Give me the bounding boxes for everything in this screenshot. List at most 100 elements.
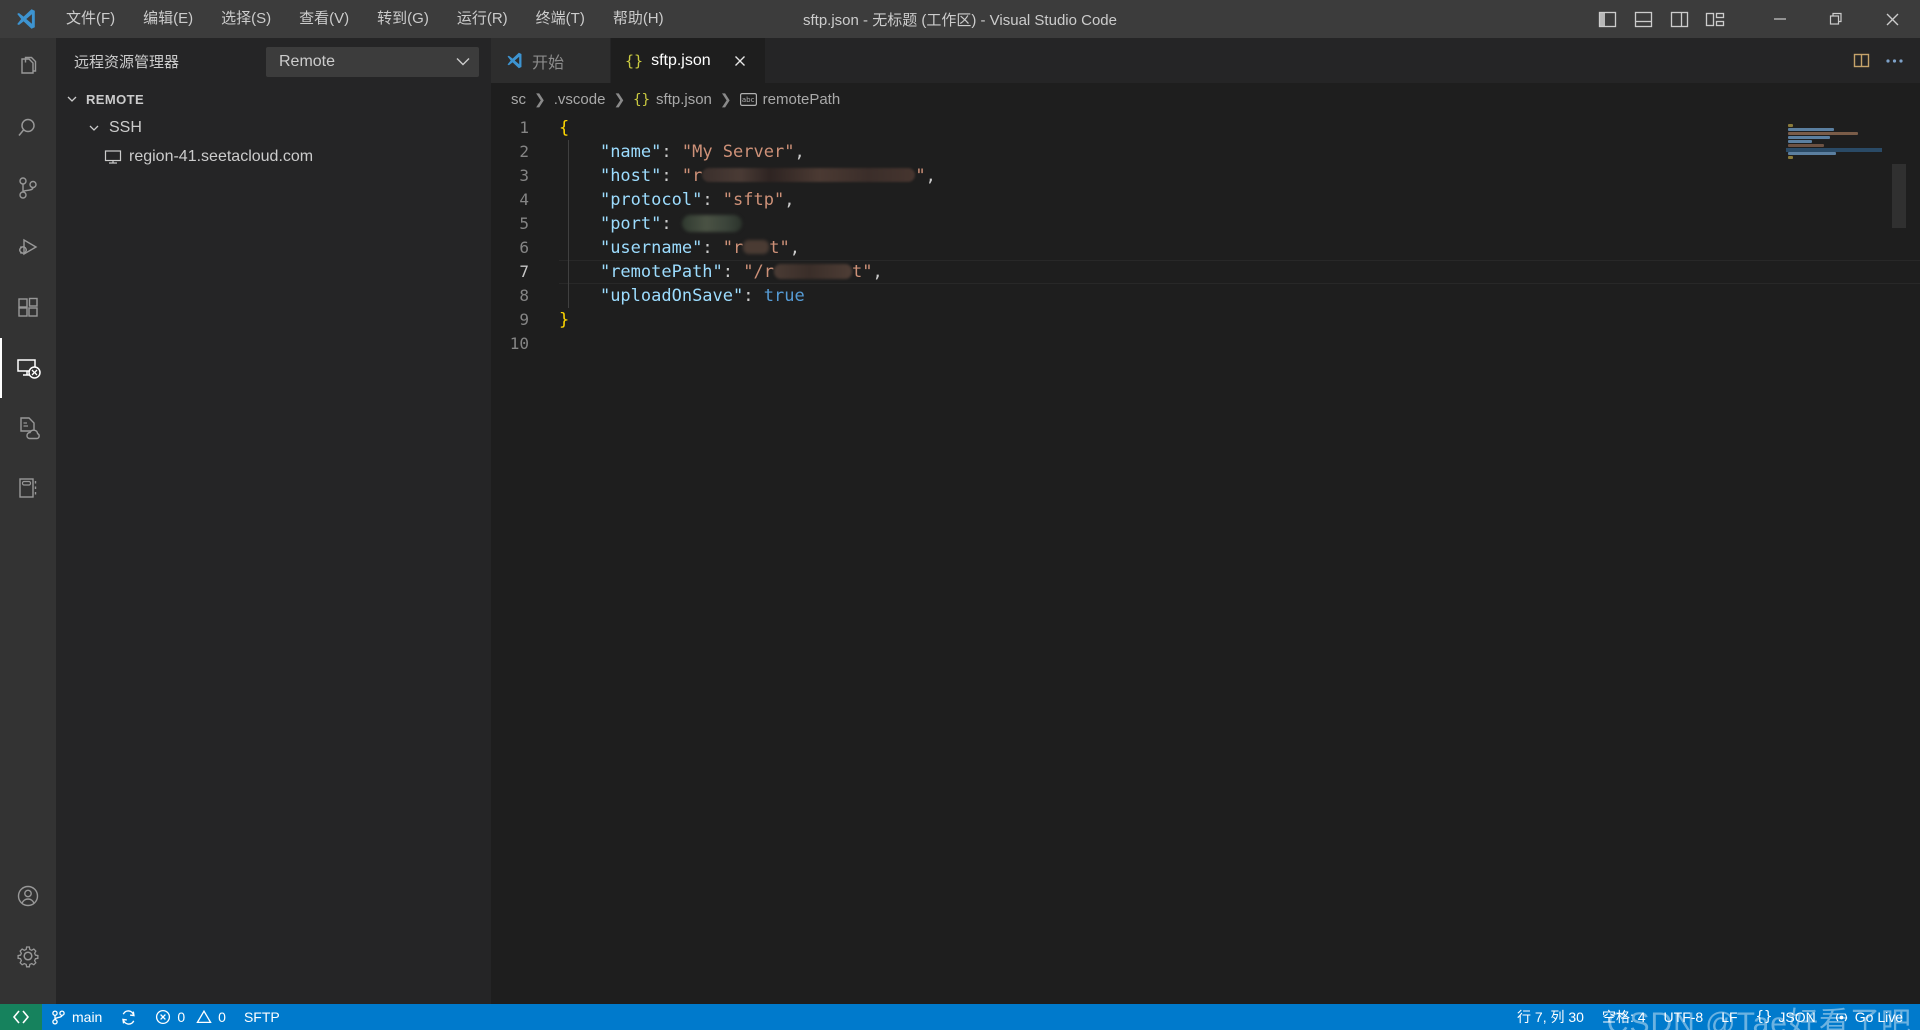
editor-scrollbar[interactable] [1892,116,1906,1004]
code-token: "sftp" [723,190,784,210]
code-token: , [926,166,936,186]
breadcrumb-label: .vscode [554,91,606,108]
code-line[interactable]: 9} [491,308,1920,332]
minimap-line [1788,132,1858,135]
code-line[interactable]: 6 "username": "rt", [491,236,1920,260]
window-close-button[interactable] [1864,0,1920,38]
activitybar-item-accounts[interactable] [0,866,56,926]
code-line[interactable]: 5 "port": [491,212,1920,236]
toggle-panel-icon[interactable] [1628,4,1658,34]
tab-welcome[interactable]: 开始 [491,38,611,83]
code-text[interactable]: "protocol": "sftp", [559,188,794,212]
code-text[interactable]: { [559,116,569,140]
code-text[interactable]: "username": "rt", [559,236,800,260]
more-actions-icon[interactable] [1885,58,1904,64]
window-minimize-button[interactable] [1752,0,1808,38]
menu-help[interactable]: 帮助(H) [599,4,678,34]
error-icon [155,1009,171,1025]
code-text[interactable]: "uploadOnSave": true [559,284,805,308]
tab-sftp-json[interactable]: {} sftp.json [611,38,766,83]
code-line[interactable]: 8 "uploadOnSave": true [491,284,1920,308]
remote-view-select[interactable]: Remote [266,47,479,77]
redacted-value [702,168,915,182]
code-token [559,286,600,306]
code-token: "port" [600,214,661,234]
remote-view-select-value: Remote [279,53,335,71]
code-line[interactable]: 2 "name": "My Server", [491,140,1920,164]
status-sync[interactable] [111,1004,146,1030]
code-token: , [872,262,882,282]
code-editor[interactable]: 1{2 "name": "My Server",3 "host": "r",4 … [491,116,1920,356]
activitybar-item-sftp[interactable] [0,398,56,458]
code-line[interactable]: 10 [491,332,1920,356]
editor-tabs: 开始 {} sftp.json [491,38,1920,83]
svg-text:abc: abc [742,96,755,104]
activitybar-item-explorer[interactable] [0,38,56,98]
menu-go[interactable]: 转到(G) [363,4,443,34]
code-line[interactable]: 4 "protocol": "sftp", [491,188,1920,212]
code-token: : [702,190,722,210]
customize-layout-icon[interactable] [1700,4,1730,34]
status-remote-indicator[interactable] [0,1004,42,1030]
status-branch[interactable]: main [42,1004,111,1030]
chevron-down-icon [456,57,470,66]
redacted-value [743,240,769,254]
breadcrumb-item-sc[interactable]: sc [511,91,526,108]
menu-edit[interactable]: 编辑(E) [129,4,207,34]
code-text[interactable]: "port": [559,212,742,236]
status-go-live[interactable]: Go Live [1825,1004,1912,1030]
toggle-secondary-sidebar-icon[interactable] [1664,4,1694,34]
activitybar-item-search[interactable] [0,98,56,158]
minimap-line [1788,128,1834,131]
code-token: "My Server" [682,142,795,162]
status-cursor-position[interactable]: 行 7, 列 30 [1508,1004,1593,1030]
split-editor-icon[interactable] [1852,52,1871,69]
breadcrumb-item-sftp-json[interactable]: {} sftp.json [633,91,712,108]
activitybar-item-notebook[interactable] [0,458,56,518]
menu-selection[interactable]: 选择(S) [207,4,285,34]
window-restore-button[interactable] [1808,0,1864,38]
code-token: "/r [743,262,774,282]
code-token: "remotePath" [600,262,723,282]
code-line[interactable]: 7 "remotePath": "/rt", [491,260,1920,284]
menu-file[interactable]: 文件(F) [52,4,129,34]
code-token: "r [723,238,743,258]
title-bar: 文件(F) 编辑(E) 选择(S) 查看(V) 转到(G) 运行(R) 终端(T… [0,0,1920,38]
activitybar-item-extensions[interactable] [0,278,56,338]
tab-close-icon[interactable] [729,50,751,72]
code-line[interactable]: 1{ [491,116,1920,140]
toggle-primary-sidebar-icon[interactable] [1592,4,1622,34]
minimap[interactable] [1786,116,1906,1004]
code-text[interactable]: "remotePath": "/rt", [559,260,883,284]
status-indentation[interactable]: 空格: 4 [1593,1004,1655,1030]
activity-bar [0,38,56,1004]
status-encoding[interactable]: UTF-8 [1655,1004,1713,1030]
menu-view[interactable]: 查看(V) [285,4,363,34]
status-eol[interactable]: LF [1712,1004,1746,1030]
code-text[interactable]: "name": "My Server", [559,140,805,164]
scrollbar-thumb[interactable] [1892,164,1906,228]
code-token [559,142,600,162]
breadcrumb-item-vscode[interactable]: .vscode [554,91,606,108]
status-language-mode[interactable]: {} JSON [1747,1004,1825,1030]
status-sftp[interactable]: SFTP [235,1004,289,1030]
activitybar-item-remote-explorer[interactable] [0,338,56,398]
status-go-live-label: Go Live [1855,1009,1903,1025]
activitybar-item-run-debug[interactable] [0,218,56,278]
code-line[interactable]: 3 "host": "r", [491,164,1920,188]
menu-terminal[interactable]: 终端(T) [522,4,599,34]
json-icon: {} [625,52,643,70]
sidebar-section-remote[interactable]: REMOTE [56,85,491,113]
breadcrumb-item-remotepath[interactable]: abc remotePath [740,91,841,108]
code-text[interactable]: } [559,308,569,332]
editor-content[interactable]: 1{2 "name": "My Server",3 "host": "r",4 … [491,116,1920,1004]
activitybar-item-settings[interactable] [0,926,56,986]
tree-item-ssh[interactable]: SSH [56,113,491,142]
breadcrumb-label: remotePath [763,91,841,108]
code-token: : [702,238,722,258]
menu-run[interactable]: 运行(R) [443,4,522,34]
tree-item-remote-host[interactable]: region-41.seetacloud.com [56,142,491,171]
code-text[interactable]: "host": "r", [559,164,936,188]
activitybar-item-source-control[interactable] [0,158,56,218]
status-problems[interactable]: 0 0 [146,1004,235,1030]
